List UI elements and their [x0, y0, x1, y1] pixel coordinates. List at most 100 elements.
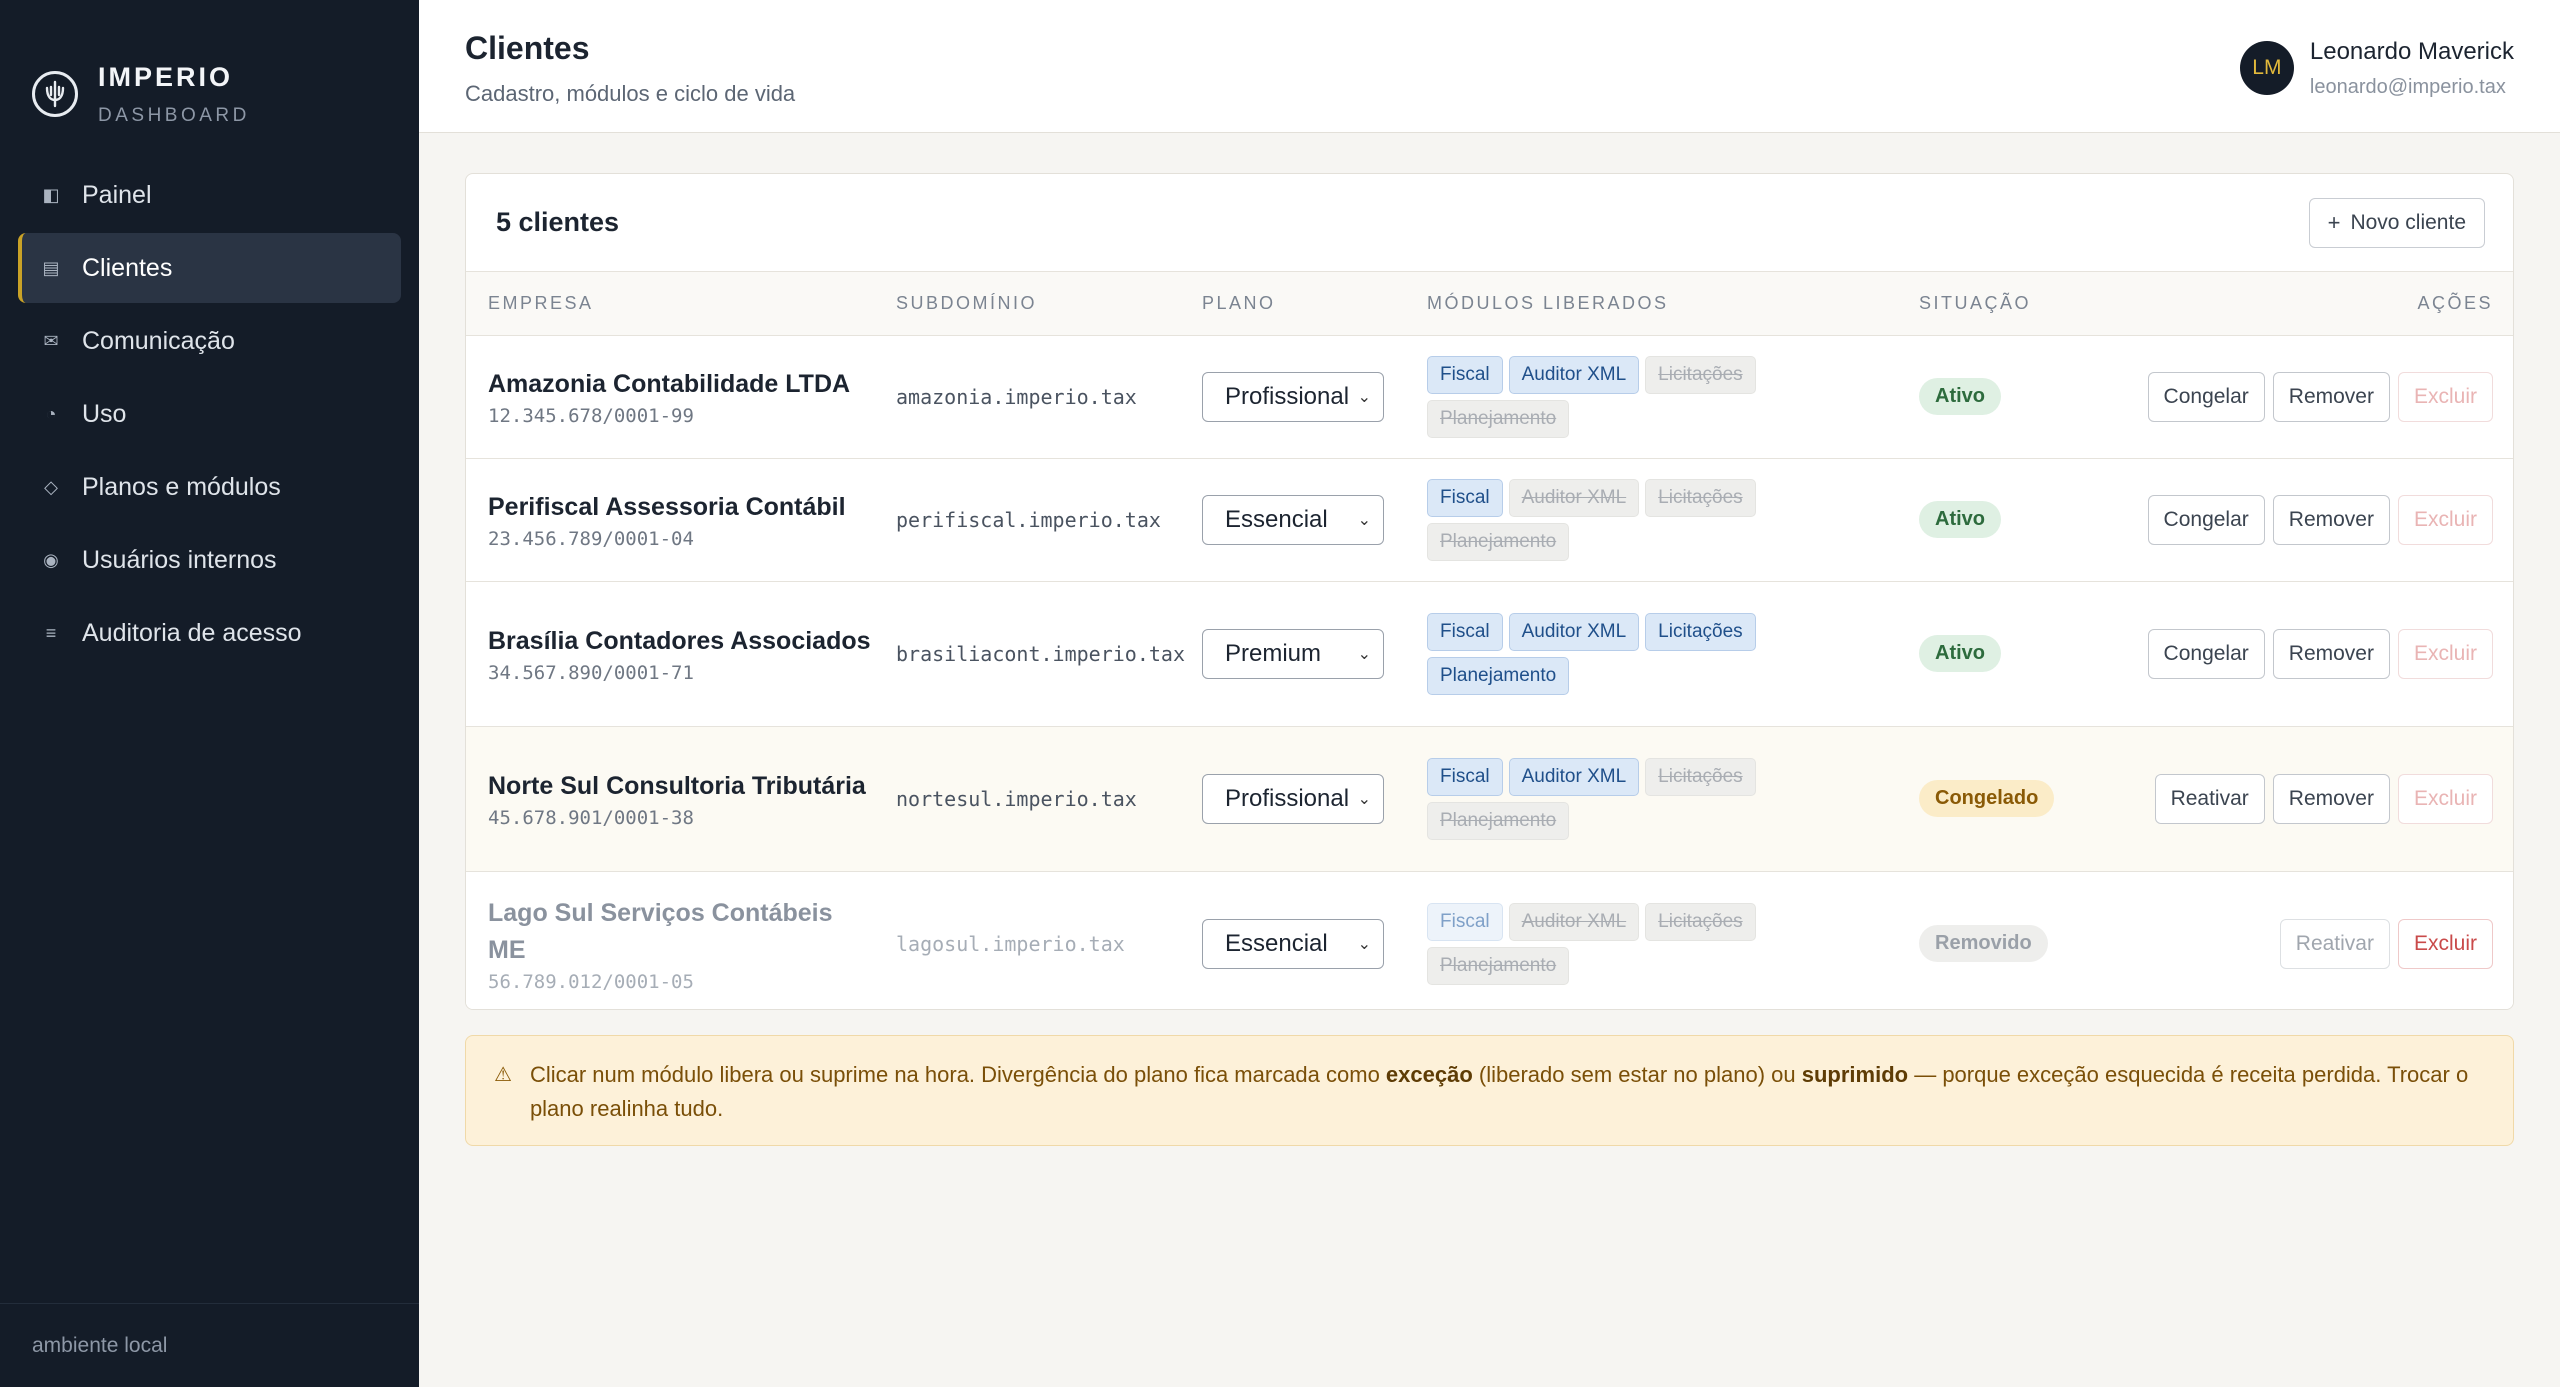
- info-notice: ⚠ Clicar num módulo libera ou suprime na…: [465, 1035, 2514, 1146]
- plan-select[interactable]: Profissional ⌄: [1202, 371, 1384, 422]
- col-empresa: EMPRESA: [488, 292, 594, 313]
- module-chip[interactable]: Licitações: [1645, 612, 1756, 651]
- company-cell: Amazonia Contabilidade LTDA 12.345.678/0…: [466, 335, 874, 458]
- actions-cell: Congelar Remover Excluir: [2127, 581, 2513, 726]
- notice-text: Clicar num módulo libera ou suprime na h…: [530, 1058, 2483, 1145]
- module-chip[interactable]: Fiscal: [1427, 612, 1503, 651]
- plan-select[interactable]: Premium ⌄: [1202, 628, 1384, 679]
- plan-value: Essencial: [1225, 505, 1328, 533]
- module-chip[interactable]: Auditor XML: [1508, 612, 1640, 651]
- topbar: Clientes Cadastro, módulos e ciclo de vi…: [419, 0, 2560, 133]
- module-chip[interactable]: Planejamento: [1427, 801, 1570, 840]
- company-name: Lago Sul Serviços Contábeis ME: [488, 898, 833, 964]
- company-cnpj: 45.678.901/0001-38: [488, 807, 694, 829]
- module-chip[interactable]: Auditor XML: [1508, 478, 1640, 517]
- avatar: LM: [2239, 41, 2294, 95]
- excluir-button[interactable]: Excluir: [2397, 773, 2493, 824]
- user-name: Leonardo Maverick: [2309, 38, 2514, 65]
- new-client-label: Novo cliente: [2350, 210, 2466, 234]
- module-chip[interactable]: Fiscal: [1427, 902, 1503, 941]
- plan-cell: Profissional ⌄: [1180, 335, 1405, 458]
- pie-icon: ◔: [45, 403, 57, 424]
- actions-cell: Congelar Remover Excluir: [2127, 458, 2513, 581]
- company-cnpj: 56.789.012/0001-05: [488, 970, 694, 993]
- company-name: Norte Sul Consultoria Tributária: [488, 772, 866, 800]
- sidebar-item-uso[interactable]: ◔ Uso: [18, 379, 401, 449]
- modules-cell: Fiscal Auditor XML Licitações Planejamento: [1405, 335, 1897, 458]
- table-row: Amazonia Contabilidade LTDA 12.345.678/0…: [466, 335, 2513, 458]
- company-name: Perifiscal Assessoria Contábil: [488, 493, 846, 521]
- notice-text-part: (liberado sem estar no plano) ou: [1472, 1062, 1802, 1087]
- status-badge: Ativo: [1919, 635, 2001, 672]
- table-row: Perifiscal Assessoria Contábil 23.456.78…: [466, 458, 2513, 581]
- clients-table: EMPRESA SUBDOMÍNIO PLANO MÓDULOS LIBERAD…: [466, 272, 2513, 1009]
- module-chip[interactable]: Licitações: [1645, 902, 1756, 941]
- module-chip[interactable]: Planejamento: [1427, 946, 1570, 985]
- reativar-button[interactable]: Reativar: [2279, 918, 2390, 969]
- plan-cell: Profissional ⌄: [1180, 726, 1405, 871]
- sidebar-item-planos-e-modulos[interactable]: ◇ Planos e módulos: [18, 452, 401, 522]
- plan-select[interactable]: Profissional ⌄: [1202, 773, 1384, 824]
- chevron-down-icon: ⌄: [1357, 511, 1371, 529]
- status-badge: Ativo: [1919, 501, 2001, 538]
- table-row: Norte Sul Consultoria Tributária 45.678.…: [466, 726, 2513, 871]
- sidebar-item-usuarios-internos[interactable]: ◉ Usuários internos: [18, 525, 401, 595]
- module-chip[interactable]: Auditor XML: [1508, 355, 1640, 394]
- module-chip[interactable]: Fiscal: [1427, 355, 1503, 394]
- sidebar-item-painel[interactable]: ◧ Painel: [18, 160, 401, 230]
- remover-button[interactable]: Remover: [2272, 494, 2390, 545]
- subdomain: amazonia.imperio.tax: [896, 384, 1137, 409]
- module-chip[interactable]: Fiscal: [1427, 478, 1503, 517]
- col-subdominio: SUBDOMÍNIO: [896, 292, 1038, 313]
- page-subtitle: Cadastro, módulos e ciclo de vida: [465, 81, 796, 106]
- status-cell: Ativo: [1897, 335, 2127, 458]
- module-chip[interactable]: Auditor XML: [1508, 757, 1640, 796]
- col-modulos: MÓDULOS LIBERADOS: [1427, 292, 1669, 313]
- remover-button[interactable]: Remover: [2272, 628, 2390, 679]
- sidebar-item-comunicacao[interactable]: ✉ Comunicação: [18, 306, 401, 376]
- module-chip[interactable]: Planejamento: [1427, 522, 1570, 561]
- brand[interactable]: IMPERIO DASHBOARD: [0, 0, 419, 150]
- plan-select[interactable]: Essencial ⌄: [1202, 494, 1384, 545]
- plan-select[interactable]: Essencial ⌄: [1202, 918, 1384, 969]
- module-chip[interactable]: Licitações: [1645, 355, 1756, 394]
- modules-cell: Fiscal Auditor XML Licitações Planejamento: [1405, 871, 1897, 1009]
- congelar-button[interactable]: Congelar: [2147, 494, 2265, 545]
- excluir-button[interactable]: Excluir: [2397, 494, 2493, 545]
- reativar-button[interactable]: Reativar: [2154, 773, 2265, 824]
- remover-button[interactable]: Remover: [2272, 773, 2390, 824]
- excluir-button[interactable]: Excluir: [2397, 371, 2493, 422]
- card-header: 5 clientes + Novo cliente: [466, 174, 2513, 272]
- excluir-button[interactable]: Excluir: [2397, 918, 2493, 969]
- module-chip[interactable]: Planejamento: [1427, 399, 1570, 438]
- module-chip[interactable]: Licitações: [1645, 757, 1756, 796]
- new-client-button[interactable]: + Novo cliente: [2308, 197, 2485, 248]
- plan-value: Profissional: [1225, 382, 1350, 410]
- sidebar-item-label: Uso: [82, 399, 127, 428]
- module-chip[interactable]: Licitações: [1645, 478, 1756, 517]
- module-chip[interactable]: Planejamento: [1427, 656, 1570, 695]
- congelar-button[interactable]: Congelar: [2147, 628, 2265, 679]
- brand-name: IMPERIO: [98, 61, 234, 92]
- congelar-button[interactable]: Congelar: [2147, 371, 2265, 422]
- status-cell: Congelado: [1897, 726, 2127, 871]
- module-chip[interactable]: Fiscal: [1427, 757, 1503, 796]
- table-header-row: EMPRESA SUBDOMÍNIO PLANO MÓDULOS LIBERAD…: [466, 272, 2513, 335]
- company-cell: Lago Sul Serviços Contábeis ME 56.789.01…: [466, 871, 874, 1009]
- sidebar-item-clientes[interactable]: ▤ Clientes: [18, 233, 401, 303]
- status-cell: Ativo: [1897, 458, 2127, 581]
- sidebar-item-label: Auditoria de acesso: [82, 618, 302, 647]
- company-cnpj: 34.567.890/0001-71: [488, 662, 694, 684]
- modules-cell: Fiscal Auditor XML Licitações Planejamento: [1405, 726, 1897, 871]
- company-cnpj: 12.345.678/0001-99: [488, 405, 694, 427]
- user-menu[interactable]: LM Leonardo Maverick leonardo@imperio.ta…: [2239, 30, 2514, 132]
- remover-button[interactable]: Remover: [2272, 371, 2390, 422]
- clients-card: 5 clientes + Novo cliente EMPRESA SUBDOM…: [465, 173, 2514, 1010]
- module-chip[interactable]: Auditor XML: [1508, 902, 1640, 941]
- sidebar-item-auditoria-de-acesso[interactable]: ≡ Auditoria de acesso: [18, 598, 401, 668]
- excluir-button[interactable]: Excluir: [2397, 628, 2493, 679]
- notice-bold-exception: exceção: [1385, 1062, 1473, 1087]
- status-badge: Removido: [1919, 925, 2048, 962]
- col-acoes: AÇÕES: [2417, 292, 2493, 313]
- brand-subtitle: DASHBOARD: [98, 104, 250, 126]
